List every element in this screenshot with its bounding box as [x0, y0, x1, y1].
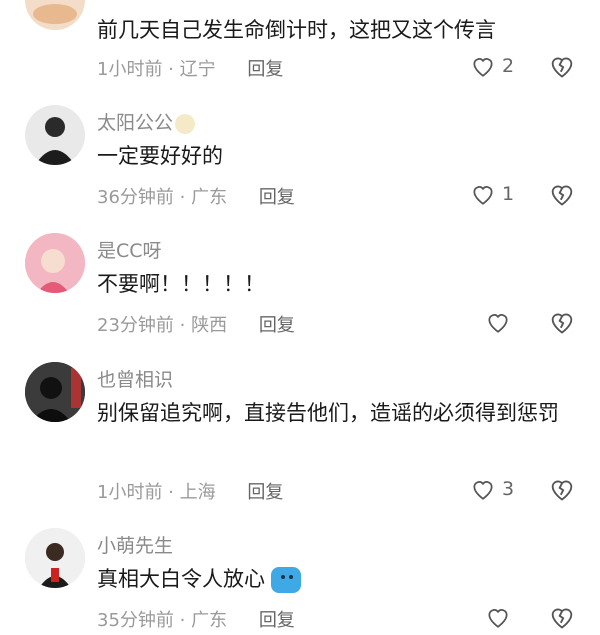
comment-time: 35分钟前: [97, 610, 174, 631]
avatar[interactable]: [25, 233, 85, 293]
comment-time: 1小时前: [97, 59, 163, 80]
comment-location: 广东: [191, 610, 228, 631]
comment-text: 不要啊！！！！！: [97, 272, 265, 296]
comment-location: 广东: [191, 187, 228, 208]
like-button[interactable]: [485, 309, 511, 335]
comment-meta: 1小时前 · 辽宁 回复: [97, 59, 284, 80]
comment-location: 陕西: [191, 315, 228, 336]
heart-outline-icon: [473, 186, 493, 205]
comment-username[interactable]: 是CC呀: [97, 236, 162, 263]
avatar[interactable]: [25, 105, 85, 165]
comment-location: 辽宁: [179, 59, 216, 80]
heart-outline-icon: [473, 58, 493, 77]
dislike-button[interactable]: [548, 308, 576, 340]
broken-heart-icon: [551, 608, 573, 629]
broken-heart-icon: [551, 313, 573, 334]
comment-username[interactable]: 也曾相识: [97, 365, 173, 392]
reply-button[interactable]: 回复: [259, 315, 295, 336]
comment-meta: 23分钟前 · 陕西 回复: [97, 315, 295, 336]
comment-time: 23分钟前: [97, 315, 174, 336]
broken-heart-icon: [551, 57, 573, 78]
comment-location: 上海: [179, 482, 216, 503]
like-button[interactable]: 3: [470, 476, 514, 502]
dislike-button[interactable]: [548, 603, 576, 635]
avatar[interactable]: [25, 362, 85, 422]
reply-button[interactable]: 回复: [247, 482, 283, 503]
dislike-button[interactable]: [548, 475, 576, 507]
dislike-button[interactable]: [548, 52, 576, 84]
comment-meta: 35分钟前 · 广东 回复: [97, 610, 295, 631]
like-count: 3: [502, 478, 515, 500]
emoji-icon: [271, 567, 301, 593]
heart-outline-icon: [488, 314, 508, 333]
heart-outline-icon: [488, 609, 508, 628]
comment-text: 别保留追究啊，直接告他们，造谣的必须得到惩罚: [97, 401, 559, 425]
reply-button[interactable]: 回复: [247, 59, 283, 80]
avatar[interactable]: [25, 0, 85, 30]
like-button[interactable]: 1: [470, 181, 514, 207]
broken-heart-icon: [551, 185, 573, 206]
comment-time: 1小时前: [97, 482, 163, 503]
dislike-button[interactable]: [548, 180, 576, 212]
heart-outline-icon: [473, 481, 493, 500]
comment-username[interactable]: 太阳公公: [97, 108, 196, 135]
comment-meta: 36分钟前 · 广东 回复: [97, 187, 295, 208]
reply-button[interactable]: 回复: [259, 610, 295, 631]
comment-text: 真相大白令人放心: [97, 560, 587, 598]
comment-username[interactable]: 小萌先生: [97, 531, 173, 558]
broken-heart-icon: [551, 480, 573, 501]
comment-meta: 1小时前 · 上海 回复: [97, 482, 284, 503]
like-count: 2: [502, 55, 515, 77]
comment-text: 前几天自己发生命倒计时，这把又这个传言: [97, 18, 496, 42]
smile-emoji-icon: [175, 113, 196, 134]
comment-time: 36分钟前: [97, 187, 174, 208]
like-button[interactable]: [485, 604, 511, 630]
comment-text: 一定要好好的: [97, 144, 223, 168]
like-button[interactable]: 2: [470, 53, 514, 79]
reply-button[interactable]: 回复: [259, 187, 295, 208]
like-count: 1: [502, 183, 515, 205]
avatar[interactable]: [25, 528, 85, 588]
